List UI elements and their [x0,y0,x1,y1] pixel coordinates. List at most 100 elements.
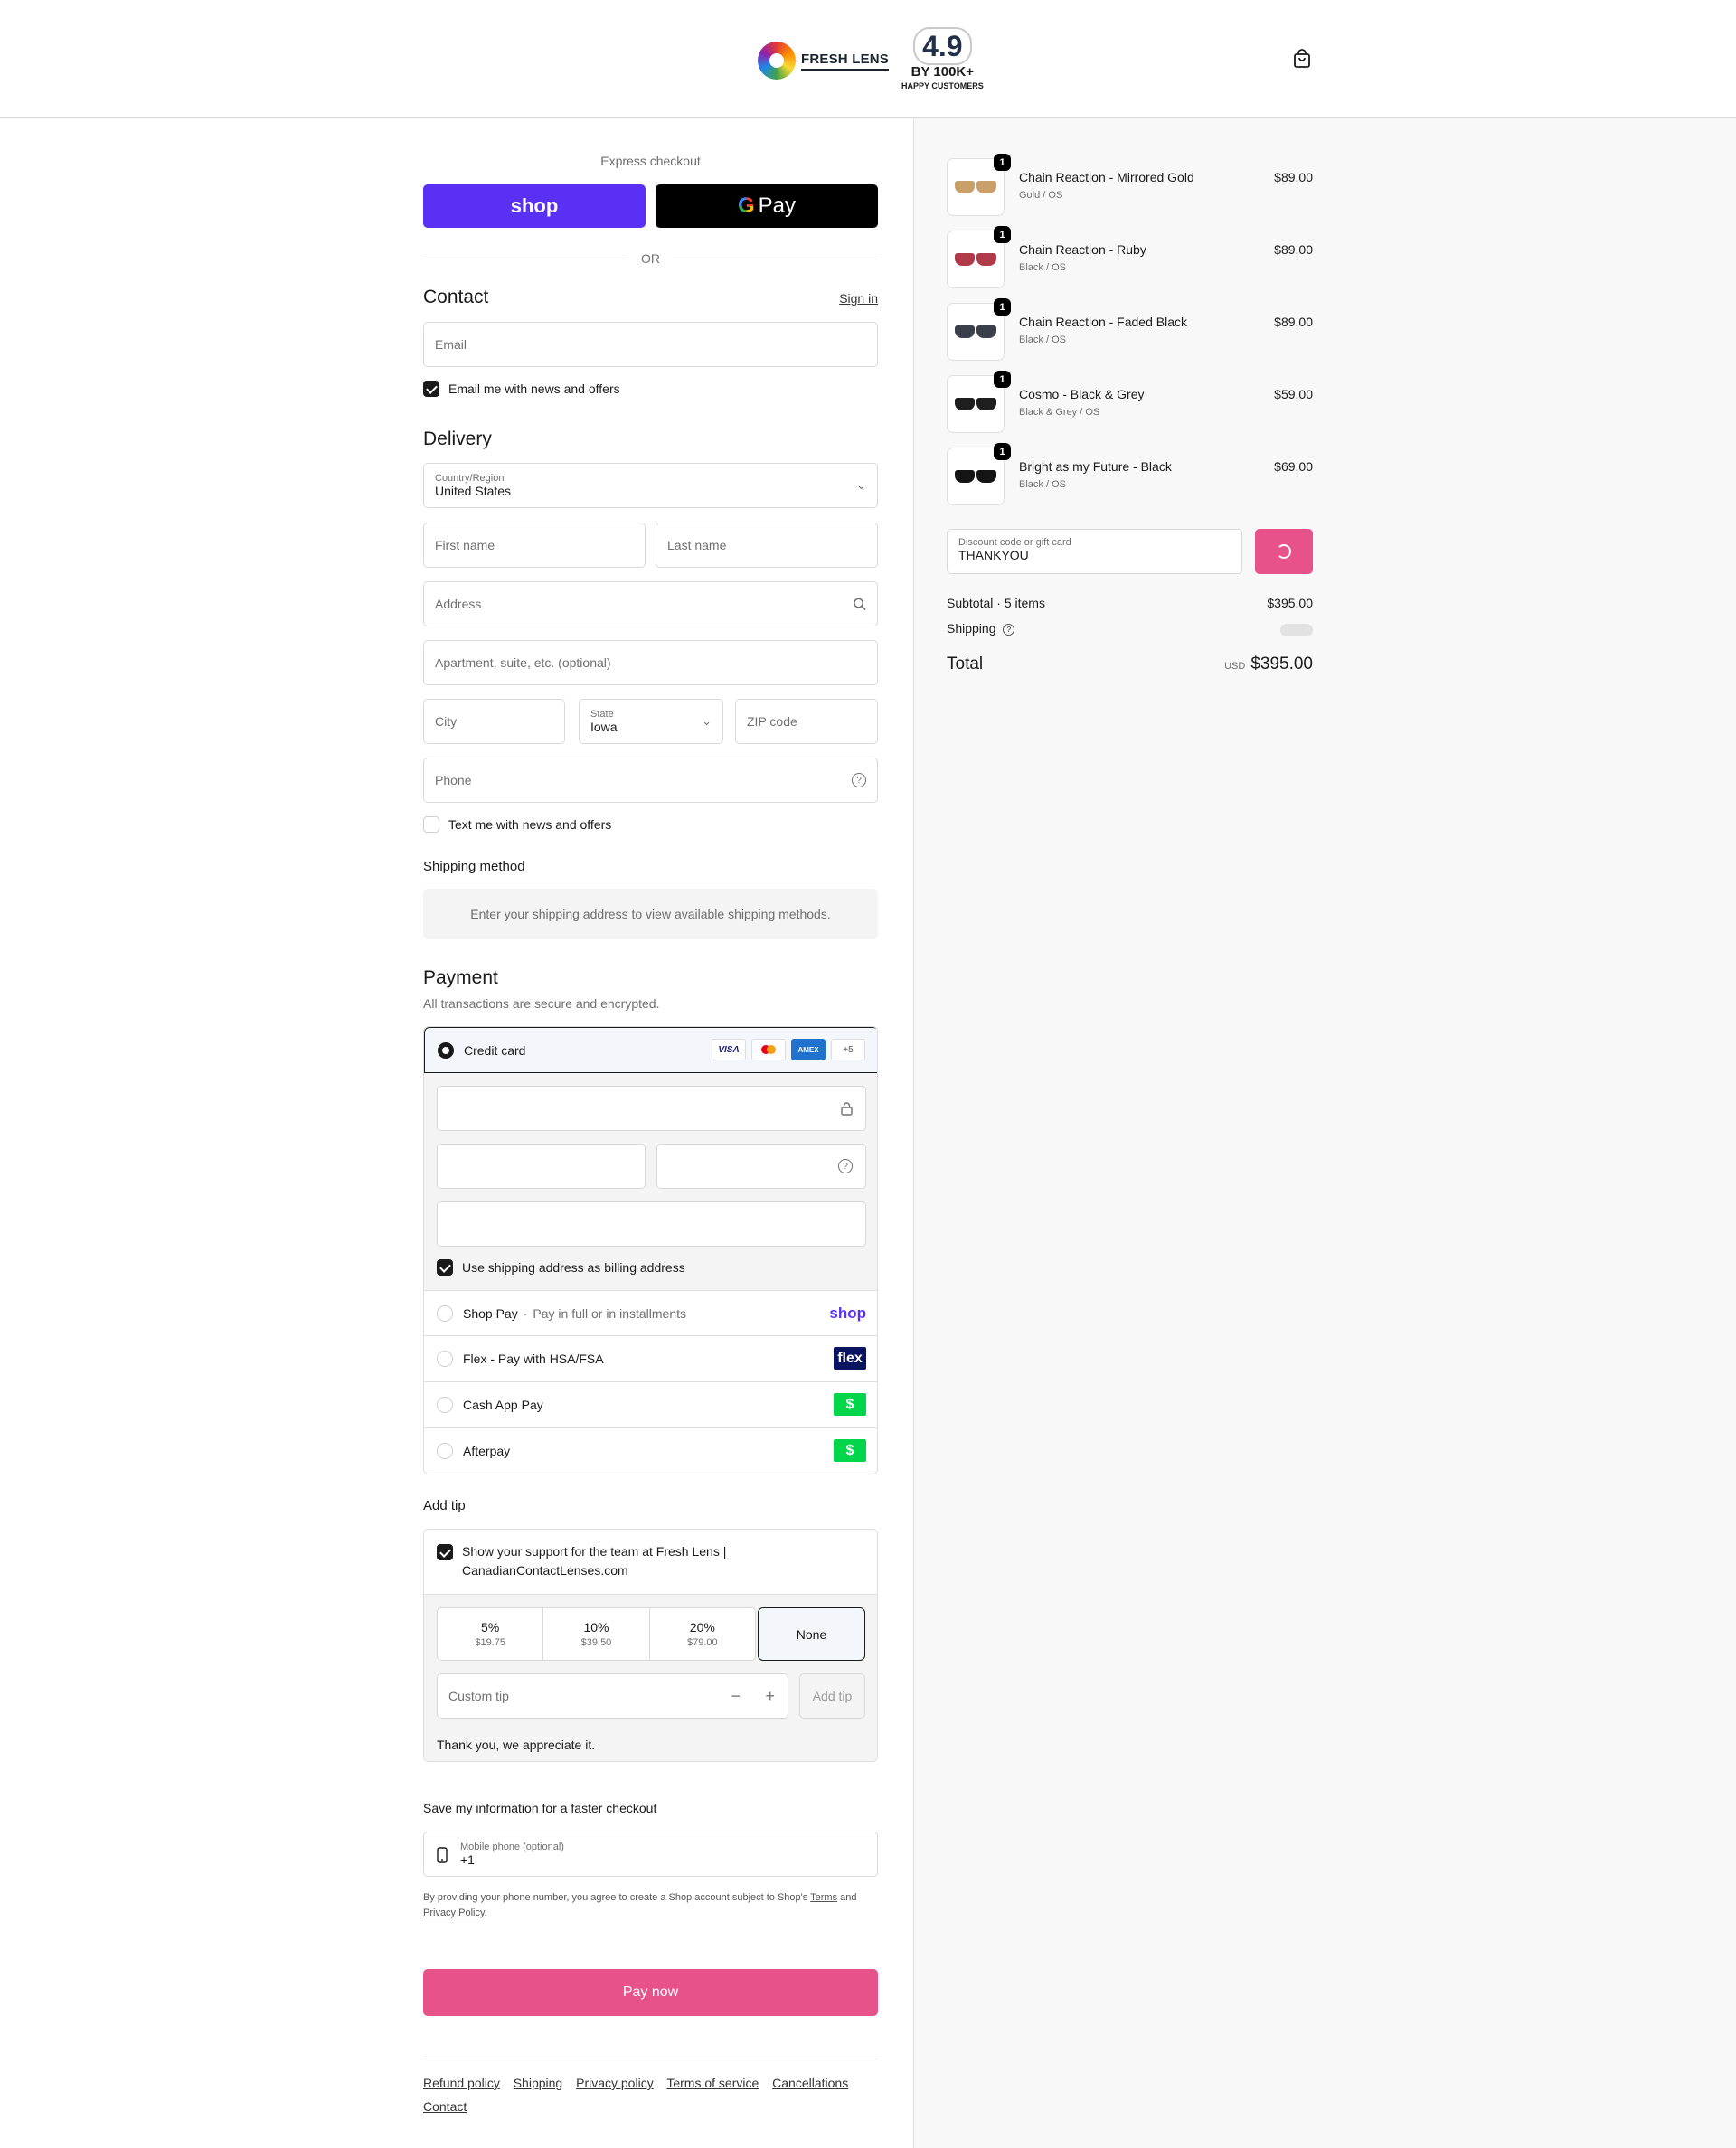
shop-pay-label: Shop Pay [463,1305,518,1321]
country-select[interactable]: Country/Region United States ⌄ [423,463,878,508]
terms-of-service-link[interactable]: Terms of service [666,2076,759,2090]
quantity-badge: 1 [994,226,1011,243]
city-field[interactable]: City [423,699,565,744]
cancellations-link[interactable]: Cancellations [772,2076,848,2090]
text-news-checkbox[interactable]: Text me with news and offers [423,816,611,833]
add-tip-heading: Add tip [423,1498,466,1513]
search-icon [854,598,866,611]
radio-unselected[interactable] [437,1396,453,1413]
flex-option[interactable]: Flex - Pay with HSA/FSA flex [424,1335,877,1380]
product-thumbnail: 1 [947,371,1011,433]
rating-badge: 4.9 BY 100K+ HAPPY CUSTOMERS [901,26,984,90]
product-thumbnail: 1 [947,443,1011,505]
refund-policy-link[interactable]: Refund policy [423,2076,500,2090]
or-divider: OR [423,251,878,266]
tip-support-checkbox[interactable]: Show your support for the team at Fresh … [437,1542,744,1580]
google-pay-button[interactable]: G Pay [656,184,878,228]
lens-right [976,181,996,193]
expiration-field[interactable] [437,1144,646,1189]
sunglasses-icon [955,181,996,193]
radio-unselected[interactable] [437,1442,453,1459]
item-variant: Gold / OS [1019,190,1063,201]
save-info-disclaimer: By providing your phone number, you agre… [423,1892,857,1918]
sunglasses-icon [955,470,996,483]
minus-icon[interactable]: − [731,1687,741,1706]
shop-pay-option[interactable]: Shop Pay · Pay in full or in installment… [424,1290,877,1335]
checkbox-unchecked[interactable] [423,816,439,833]
security-code-field[interactable]: ? [656,1144,866,1189]
cash-app-option[interactable]: Cash App Pay $ [424,1381,877,1427]
shipping-row: Shipping ? [947,621,1313,636]
help-circle-icon[interactable]: ? [852,773,866,787]
zip-field[interactable]: ZIP code [735,699,878,744]
card-number-field[interactable] [437,1086,866,1131]
plus-icon[interactable]: + [765,1687,775,1706]
first-name-field[interactable]: First name [423,523,646,568]
phone-field[interactable]: Phone ? [423,758,878,803]
contact-link[interactable]: Contact [423,2099,467,2114]
apply-discount-button[interactable] [1255,529,1313,574]
item-name: Chain Reaction - Ruby [1019,242,1146,257]
privacy-policy-link[interactable]: Privacy policy [576,2076,654,2090]
billing-address-checkbox[interactable]: Use shipping address as billing address [437,1259,685,1276]
name-on-card-field[interactable] [437,1201,866,1247]
custom-tip-field[interactable]: Custom tip − + [437,1673,788,1719]
cash-app-logo-icon: $ [834,1393,866,1416]
checkbox-checked[interactable] [437,1544,453,1560]
terms-link[interactable]: Terms [810,1892,837,1903]
tip-thanks: Thank you, we appreciate it. [437,1738,596,1752]
credit-card-label: Credit card [464,1042,526,1058]
tip-option-none[interactable]: None [758,1607,865,1661]
lock-icon [841,1102,853,1116]
line-item: 1 Chain Reaction - Mirrored Gold Gold / … [947,154,1313,220]
item-variant: Black / OS [1019,334,1066,345]
item-price: $89.00 [1274,242,1313,257]
state-select[interactable]: State Iowa ⌄ [579,699,723,744]
radio-selected[interactable] [438,1041,454,1059]
lens-left [955,325,975,338]
amex-icon: AMEX [791,1039,826,1060]
rating-by: BY 100K+ [910,63,975,80]
mobile-phone-field[interactable]: Mobile phone (optional) +1 [423,1832,878,1877]
logo-icon [758,42,796,80]
discount-code-field[interactable]: Discount code or gift card THANKYOU [947,529,1242,574]
afterpay-option[interactable]: Afterpay $ [424,1427,877,1473]
apartment-field[interactable]: Apartment, suite, etc. (optional) [423,640,878,685]
sunglasses-icon [955,325,996,338]
line-item: 1 Cosmo - Black & Grey Black & Grey / OS… [947,371,1313,437]
lens-left [955,398,975,410]
credit-card-option[interactable]: Credit card VISA AMEX +5 [424,1027,877,1073]
tip-option-5[interactable]: 5% $19.75 [438,1608,544,1660]
item-variant: Black / OS [1019,262,1066,273]
shop-logo-icon: shop [829,1304,866,1322]
credit-card-form: ? Use shipping address as billing addres… [424,1073,877,1290]
shop-pay-button[interactable]: shop [423,184,646,228]
checkbox-checked[interactable] [423,381,439,397]
tip-option-20[interactable]: 20% $79.00 [650,1608,755,1660]
privacy-policy-link[interactable]: Privacy Policy [423,1908,485,1918]
tip-option-10[interactable]: 10% $39.50 [543,1608,650,1660]
checkbox-checked[interactable] [437,1259,453,1276]
address-field[interactable]: Address [423,581,878,626]
afterpay-label: Afterpay [463,1443,511,1458]
help-circle-icon[interactable]: ? [838,1159,853,1173]
add-tip-button[interactable]: Add tip [799,1673,865,1719]
line-item: 1 Chain Reaction - Faded Black Black / O… [947,298,1313,364]
shopping-bag-icon[interactable] [1291,48,1313,70]
email-news-checkbox[interactable]: Email me with news and offers [423,381,620,397]
brand-logo[interactable]: FRESH LENS 4.9 BY 100K+ HAPPY CUSTOMERS [758,26,984,94]
tip-options-panel: 5% $19.75 10% $39.50 20% $79.00 None Custom… [424,1594,877,1761]
shipping-link[interactable]: Shipping [514,2076,563,2090]
pay-now-button[interactable]: Pay now [423,1969,878,2016]
mastercard-icon [751,1039,786,1060]
email-field[interactable]: Email [423,322,878,367]
delivery-heading: Delivery [423,429,492,449]
radio-unselected[interactable] [437,1305,453,1322]
item-variant: Black & Grey / OS [1019,407,1100,418]
last-name-field[interactable]: Last name [656,523,878,568]
help-circle-icon[interactable]: ? [1003,623,1015,636]
sign-in-link[interactable]: Sign in [839,291,878,306]
radio-unselected[interactable] [437,1350,453,1367]
lens-right [976,470,996,483]
lens-right [976,253,996,266]
